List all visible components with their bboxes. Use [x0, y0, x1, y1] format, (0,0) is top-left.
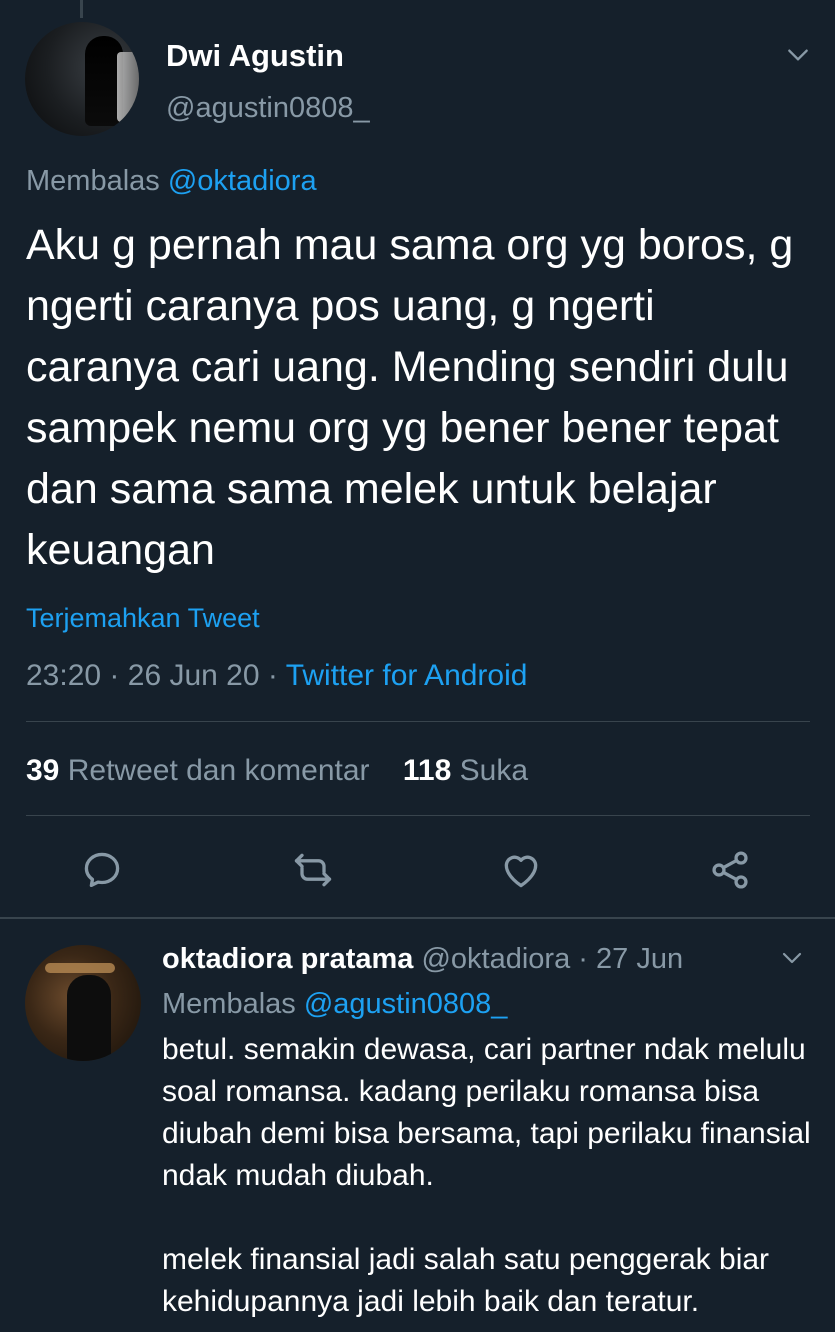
reply-icon — [84, 852, 120, 888]
divider — [26, 815, 810, 816]
engagement-stats: 39 Retweet dan komentar 118 Suka — [26, 754, 528, 788]
reply-header: oktadiora pratama @oktadiora · 27 Jun — [162, 943, 683, 976]
reply-date: 27 Jun — [596, 943, 684, 975]
chevron-down-icon[interactable] — [780, 946, 804, 970]
reply-author-handle[interactable]: @oktadiora — [421, 943, 570, 975]
share-button[interactable] — [708, 848, 752, 892]
reply-mention-link[interactable]: @oktadiora — [168, 165, 317, 197]
author-handle[interactable]: @agustin0808_ — [166, 92, 370, 125]
reply-avatar[interactable] — [25, 945, 141, 1061]
reply-context: Membalas @agustin0808_ — [162, 988, 507, 1021]
heart-icon — [504, 855, 538, 888]
tweet-date: 26 Jun 20 — [127, 659, 260, 692]
meta-separator: · — [109, 659, 120, 692]
reply-button[interactable] — [80, 848, 124, 892]
chevron-down-icon[interactable] — [785, 42, 811, 68]
reply-paragraph: melek finansial jadi salah satu penggera… — [162, 1243, 770, 1318]
reply-prefix: Membalas — [162, 988, 296, 1020]
tweet-meta: 23:20 · 26 Jun 20 · Twitter for Android — [26, 659, 527, 693]
meta-separator: · — [578, 943, 588, 975]
author-name[interactable]: Dwi Agustin — [166, 38, 344, 74]
reply-context: Membalas @oktadiora — [26, 165, 317, 198]
retweets-stat[interactable]: 39 Retweet dan komentar — [26, 754, 370, 787]
avatar-light — [117, 52, 139, 122]
like-button[interactable] — [499, 848, 543, 892]
retweet-icon — [294, 853, 332, 887]
avatar-lamp — [45, 963, 115, 973]
section-divider — [0, 917, 835, 919]
reply-paragraph: betul. semakin dewasa, cari partner ndak… — [162, 1033, 811, 1192]
avatar[interactable] — [25, 22, 139, 136]
retweet-button[interactable] — [291, 848, 335, 892]
reply-prefix: Membalas — [26, 165, 160, 197]
share-icon — [712, 851, 748, 889]
translate-tweet-link[interactable]: Terjemahkan Tweet — [26, 603, 260, 634]
reply-mention-link[interactable]: @agustin0808_ — [304, 988, 508, 1020]
thread-connector-line — [80, 0, 83, 18]
tweet-source-link[interactable]: Twitter for Android — [286, 659, 528, 692]
tweet-time: 23:20 — [26, 659, 102, 692]
divider — [26, 721, 810, 722]
likes-label: Suka — [459, 754, 529, 787]
tweet-text: Aku g pernah mau sama org yg boros, g ng… — [26, 221, 794, 574]
retweets-count: 39 — [26, 754, 60, 787]
meta-separator: · — [267, 659, 278, 692]
reply-author-name[interactable]: oktadiora pratama — [162, 943, 413, 975]
likes-count: 118 — [402, 754, 452, 787]
likes-stat[interactable]: 118 Suka — [403, 754, 528, 787]
avatar-person — [67, 975, 111, 1061]
retweets-label: Retweet dan komentar — [67, 754, 370, 787]
reply-text: betul. semakin dewasa, cari partner ndak… — [162, 1029, 822, 1323]
